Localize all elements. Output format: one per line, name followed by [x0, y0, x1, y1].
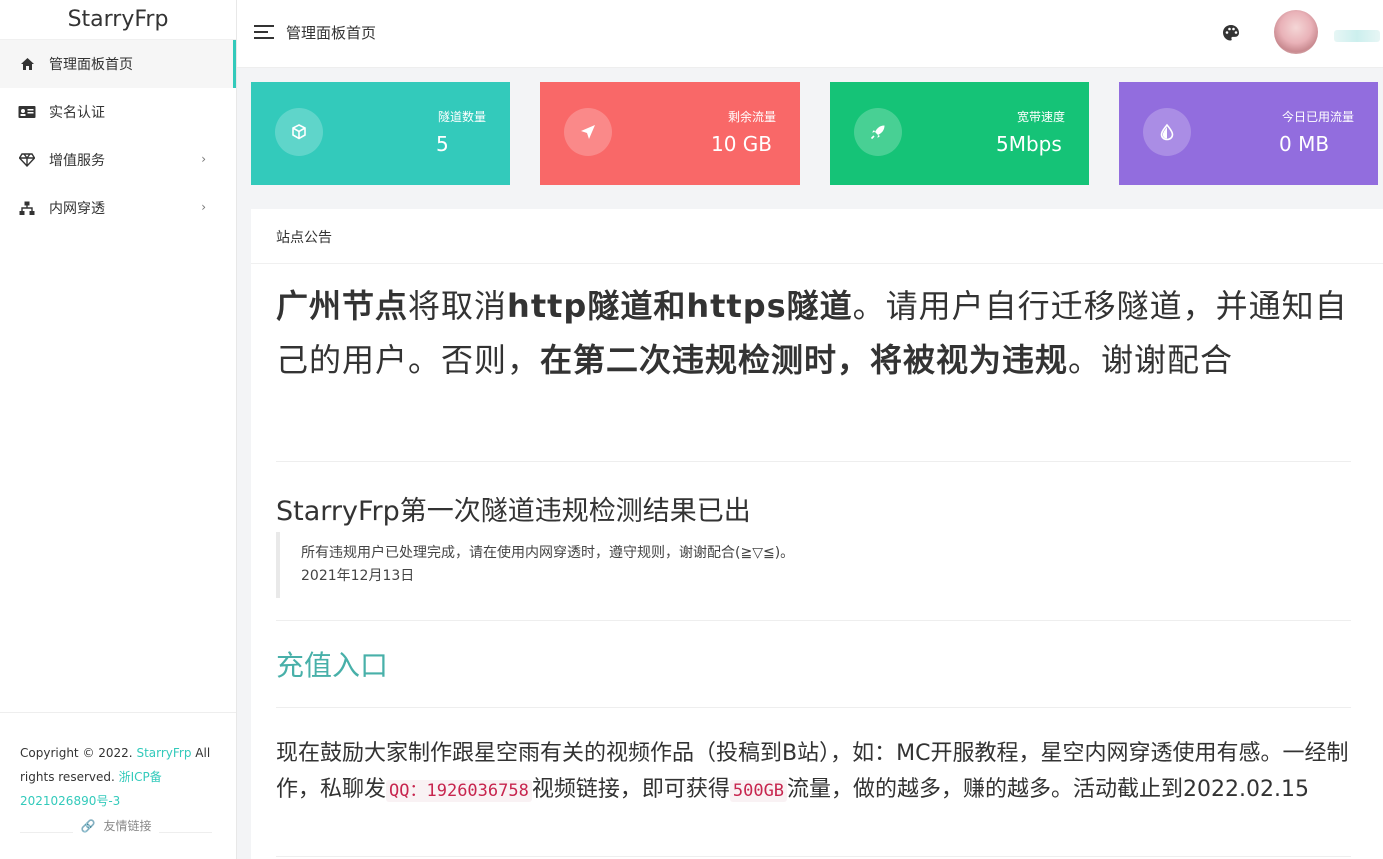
- sidebar-item-label: 内网穿透: [49, 201, 105, 217]
- recharge-heading: 充值入口: [276, 649, 389, 682]
- stat-label: 剩余流量: [727, 110, 776, 124]
- divider: [276, 856, 1351, 857]
- sidebar-item-label: 增值服务: [49, 153, 105, 169]
- stat-card-tunnels: 隧道数量 5: [251, 82, 510, 185]
- sidebar-item-label: 实名认证: [49, 105, 105, 121]
- event-paragraph: 现在鼓励大家制作跟星空雨有关的视频作品（投稿到B站），如：MC开服教程，星空内网…: [276, 736, 1351, 809]
- stat-card-today-used: 今日已用流量 0 MB: [1119, 82, 1378, 185]
- sitemap-icon: [18, 199, 36, 217]
- copyright-text: Copyright © 2022.: [20, 746, 133, 760]
- hamburger-line: [254, 31, 268, 33]
- sidebar-item-services[interactable]: 增值服务 ›: [0, 136, 236, 184]
- hamburger-line: [254, 37, 274, 39]
- palette-icon[interactable]: [1222, 24, 1242, 44]
- announcement-headline: 广州节点将取消http隧道和https隧道。请用户自行迁移隧道，并通知自己的用户…: [276, 279, 1351, 387]
- divider: [276, 620, 1351, 621]
- stat-card-remaining-traffic: 剩余流量 10 GB: [540, 82, 800, 185]
- qq-code: QQ：1926036758: [386, 780, 532, 802]
- divider: [276, 461, 1351, 462]
- stat-value: 0 MB: [1279, 132, 1330, 156]
- link-icon: 🔗: [76, 819, 100, 833]
- sidebar-item-dashboard[interactable]: 管理面板首页: [0, 40, 236, 88]
- friend-links-divider: 🔗 友情链接: [20, 819, 212, 852]
- id-card-icon: [18, 103, 36, 121]
- stat-label: 宽带速度: [1016, 110, 1065, 124]
- result-blockquote: 所有违规用户已处理完成，请在使用内网穿透时，遵守规则，谢谢配合(≧▽≦)。 20…: [276, 532, 1176, 598]
- rocket-icon: [854, 108, 902, 156]
- friend-links-text: 友情链接: [99, 819, 156, 833]
- sidebar-footer: Copyright © 2022. StarryFrp All rights r…: [0, 712, 236, 813]
- headline-bold: 广州节点: [276, 287, 409, 325]
- chevron-right-icon: ›: [201, 200, 206, 214]
- para-text: 流量，做的越多，赚的越多。活动截止到2022.02.15: [787, 777, 1310, 802]
- para-text: 视频链接，即可获得: [531, 777, 730, 802]
- headline-bold: 在第二次违规检测时，将被视为违规: [540, 341, 1069, 379]
- cube-icon: [275, 108, 323, 156]
- friend-links-label: 🔗 友情链接: [72, 819, 160, 842]
- divider: [276, 707, 1351, 708]
- stat-label: 今日已用流量: [1281, 110, 1354, 124]
- reward-code: 500GB: [729, 780, 788, 802]
- quote-date: 2021年12月13日: [301, 568, 415, 584]
- sidebar-item-verification[interactable]: 实名认证: [0, 88, 236, 136]
- sidebar-item-tunnels[interactable]: 内网穿透 ›: [0, 184, 236, 232]
- sidebar-item-label: 管理面板首页: [49, 57, 133, 73]
- home-icon: [18, 55, 36, 73]
- hamburger-line: [254, 25, 274, 27]
- headline-text: 将取消: [408, 287, 508, 325]
- username-blurred[interactable]: [1334, 30, 1380, 42]
- stat-value: 5: [436, 132, 449, 156]
- stat-card-bandwidth: 宽带速度 5Mbps: [830, 82, 1089, 185]
- quote-text: 所有违规用户已处理完成，请在使用内网穿透时，遵守规则，谢谢配合(≧▽≦)。: [301, 545, 795, 561]
- stat-label: 隧道数量: [437, 110, 486, 124]
- panel-title: 站点公告: [251, 209, 1383, 264]
- stat-value: 10 GB: [711, 132, 773, 156]
- drop-icon: [1143, 108, 1191, 156]
- headline-bold: http隧道和https隧道: [507, 287, 853, 325]
- page-title: 管理面板首页: [286, 24, 377, 42]
- diamond-icon: [18, 151, 36, 169]
- top-header: 管理面板首页: [237, 0, 1383, 68]
- menu-toggle-button[interactable]: [254, 25, 274, 41]
- brand-link[interactable]: StarryFrp: [136, 746, 191, 760]
- user-avatar[interactable]: [1274, 10, 1318, 54]
- send-icon: [564, 108, 612, 156]
- chevron-right-icon: ›: [201, 152, 206, 166]
- headline-text: 。谢谢配合: [1068, 341, 1234, 379]
- sidebar-nav: 管理面板首页 实名认证 增值服务 › 内网穿透 ›: [0, 40, 236, 232]
- sidebar: StarryFrp 管理面板首页 实名认证 增值服务 › 内网穿透 › Copy…: [0, 0, 237, 859]
- brand-logo[interactable]: StarryFrp: [0, 0, 236, 40]
- result-heading: StarryFrp第一次隧道违规检测结果已出: [276, 496, 751, 527]
- stat-value: 5Mbps: [996, 132, 1062, 156]
- announcement-panel: 站点公告 广州节点将取消http隧道和https隧道。请用户自行迁移隧道，并通知…: [251, 209, 1383, 859]
